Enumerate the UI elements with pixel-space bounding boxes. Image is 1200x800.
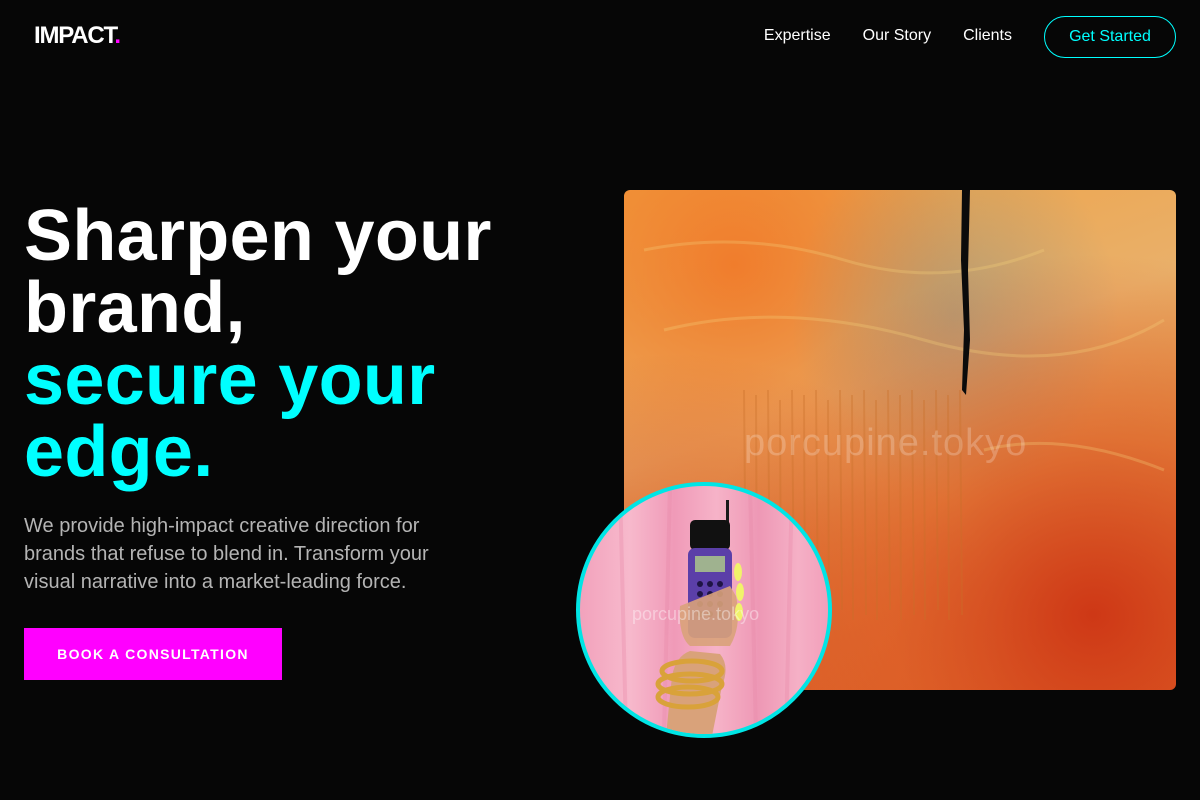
hero-description: We provide high-impact creative directio… (24, 515, 429, 593)
circle-watermark: porcupine.tokyo (632, 604, 760, 624)
brand-dot: . (114, 22, 121, 49)
phone-hand-image: porcupine.tokyo (576, 482, 832, 738)
art-watermark: porcupine.tokyo (744, 422, 1028, 464)
brand-logo[interactable]: IMPACT. (34, 22, 121, 50)
headline-line-1: Sharpen your (24, 196, 492, 276)
landing-page: IMPACT. Expertise Our Story Clients Get … (0, 0, 1200, 800)
nav-link-our-story[interactable]: Our Story (863, 26, 931, 46)
headline-highlight-line-1: secure your (24, 340, 436, 420)
nav-link-expertise[interactable]: Expertise (764, 26, 831, 46)
brand-name: IMPACT (34, 22, 116, 49)
hero-headline: Sharpen your brand, secure your edge. (24, 200, 564, 488)
headline-line-2: brand, (24, 268, 246, 348)
headline-highlight-line-2: edge. (24, 412, 214, 492)
main-nav: Expertise Our Story Clients (764, 26, 1012, 46)
get-started-button[interactable]: Get Started (1044, 16, 1176, 58)
book-consultation-button[interactable]: BOOK A CONSULTATION (24, 628, 282, 680)
nav-link-clients[interactable]: Clients (963, 26, 1012, 46)
